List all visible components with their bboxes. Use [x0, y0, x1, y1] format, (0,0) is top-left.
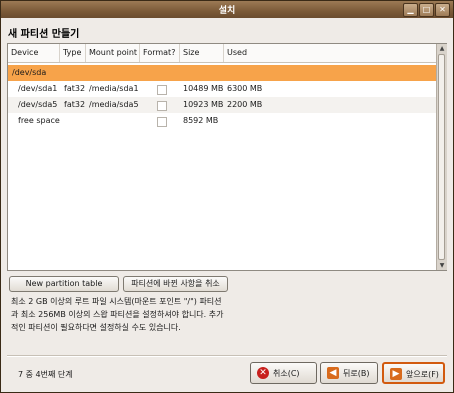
- mount-cell: /media/sda1: [89, 84, 139, 93]
- info-line: 적인 파티션이 필요하다면 설정하실 수도 있습니다.: [11, 323, 181, 332]
- column-header-type[interactable]: Type: [60, 44, 86, 62]
- format-checkbox[interactable]: [157, 85, 167, 95]
- device-cell: /dev/sda1: [18, 84, 58, 93]
- title-bar[interactable]: 설치 ▁ □ ✕: [1, 1, 453, 18]
- forward-arrow-icon: ▶: [390, 368, 402, 380]
- back-button[interactable]: ◀ 뒤로(B): [320, 362, 378, 384]
- scrollbar-thumb[interactable]: [438, 54, 445, 260]
- maximize-button[interactable]: □: [419, 3, 434, 17]
- installer-window: 설치 ▁ □ ✕ 새 파티션 만들기 Device Type Mount poi…: [0, 0, 454, 393]
- format-checkbox[interactable]: [157, 117, 167, 127]
- format-checkbox[interactable]: [157, 101, 167, 111]
- cancel-label: 취소(C): [273, 369, 300, 378]
- step-indicator: 7 중 4번째 단계: [18, 370, 73, 379]
- cancel-button[interactable]: ✕ 취소(C): [250, 362, 317, 384]
- type-cell: fat32: [64, 84, 86, 93]
- new-partition-table-button[interactable]: New partition table: [9, 276, 119, 292]
- separator: [7, 355, 447, 357]
- column-header-device[interactable]: Device: [8, 44, 60, 62]
- forward-label: 앞으로(F): [406, 370, 439, 379]
- close-button[interactable]: ✕: [435, 3, 450, 17]
- table-header: Device Type Mount point Format? Size Use…: [8, 44, 436, 63]
- column-header-mount-point[interactable]: Mount point: [86, 44, 140, 62]
- back-arrow-icon: ◀: [327, 367, 339, 379]
- back-label: 뒤로(B): [343, 369, 370, 378]
- size-cell: 10489 MB: [183, 84, 224, 93]
- table-row[interactable]: /dev/sda1 fat32 /media/sda1 10489 MB 630…: [8, 81, 436, 97]
- scroll-up-arrow-icon[interactable]: ▲: [437, 44, 447, 53]
- size-cell: 8592 MB: [183, 116, 219, 125]
- column-header-size[interactable]: Size: [180, 44, 224, 62]
- table-row[interactable]: /dev/sda5 fat32 /media/sda5 10923 MB 220…: [8, 97, 436, 113]
- type-cell: fat32: [64, 100, 86, 109]
- window-title: 설치: [218, 6, 236, 16]
- mount-cell: /media/sda5: [89, 100, 139, 109]
- minimize-button[interactable]: ▁: [403, 3, 418, 17]
- cancel-icon: ✕: [257, 367, 269, 379]
- vertical-scrollbar[interactable]: ▲ ▼: [436, 44, 447, 270]
- info-line: 과 최소 256MB 이상의 스왑 파티션을 설정하셔야 합니다. 추가: [11, 310, 224, 319]
- device-cell: /dev/sda: [12, 68, 47, 77]
- device-cell: free space: [18, 116, 60, 125]
- info-text: 최소 2 GB 이상의 루트 파일 시스템(마운트 포인트 "/") 파티션 과…: [11, 295, 441, 334]
- column-header-used[interactable]: Used: [224, 44, 436, 62]
- table-row[interactable]: /dev/sda: [8, 65, 436, 81]
- column-header-format[interactable]: Format?: [140, 44, 180, 62]
- size-cell: 10923 MB: [183, 100, 224, 109]
- partition-table[interactable]: Device Type Mount point Format? Size Use…: [7, 43, 447, 271]
- forward-button[interactable]: ▶ 앞으로(F): [382, 362, 445, 384]
- info-line: 최소 2 GB 이상의 루트 파일 시스템(마운트 포인트 "/") 파티션: [11, 297, 222, 306]
- table-row[interactable]: free space 8592 MB: [8, 113, 436, 129]
- undo-partition-changes-button[interactable]: 파티션에 바뀐 사항을 취소: [123, 276, 228, 292]
- used-cell: 6300 MB: [227, 84, 263, 93]
- scroll-down-arrow-icon[interactable]: ▼: [437, 261, 447, 270]
- page-title: 새 파티션 만들기: [8, 29, 80, 40]
- used-cell: 2200 MB: [227, 100, 263, 109]
- device-cell: /dev/sda5: [18, 100, 58, 109]
